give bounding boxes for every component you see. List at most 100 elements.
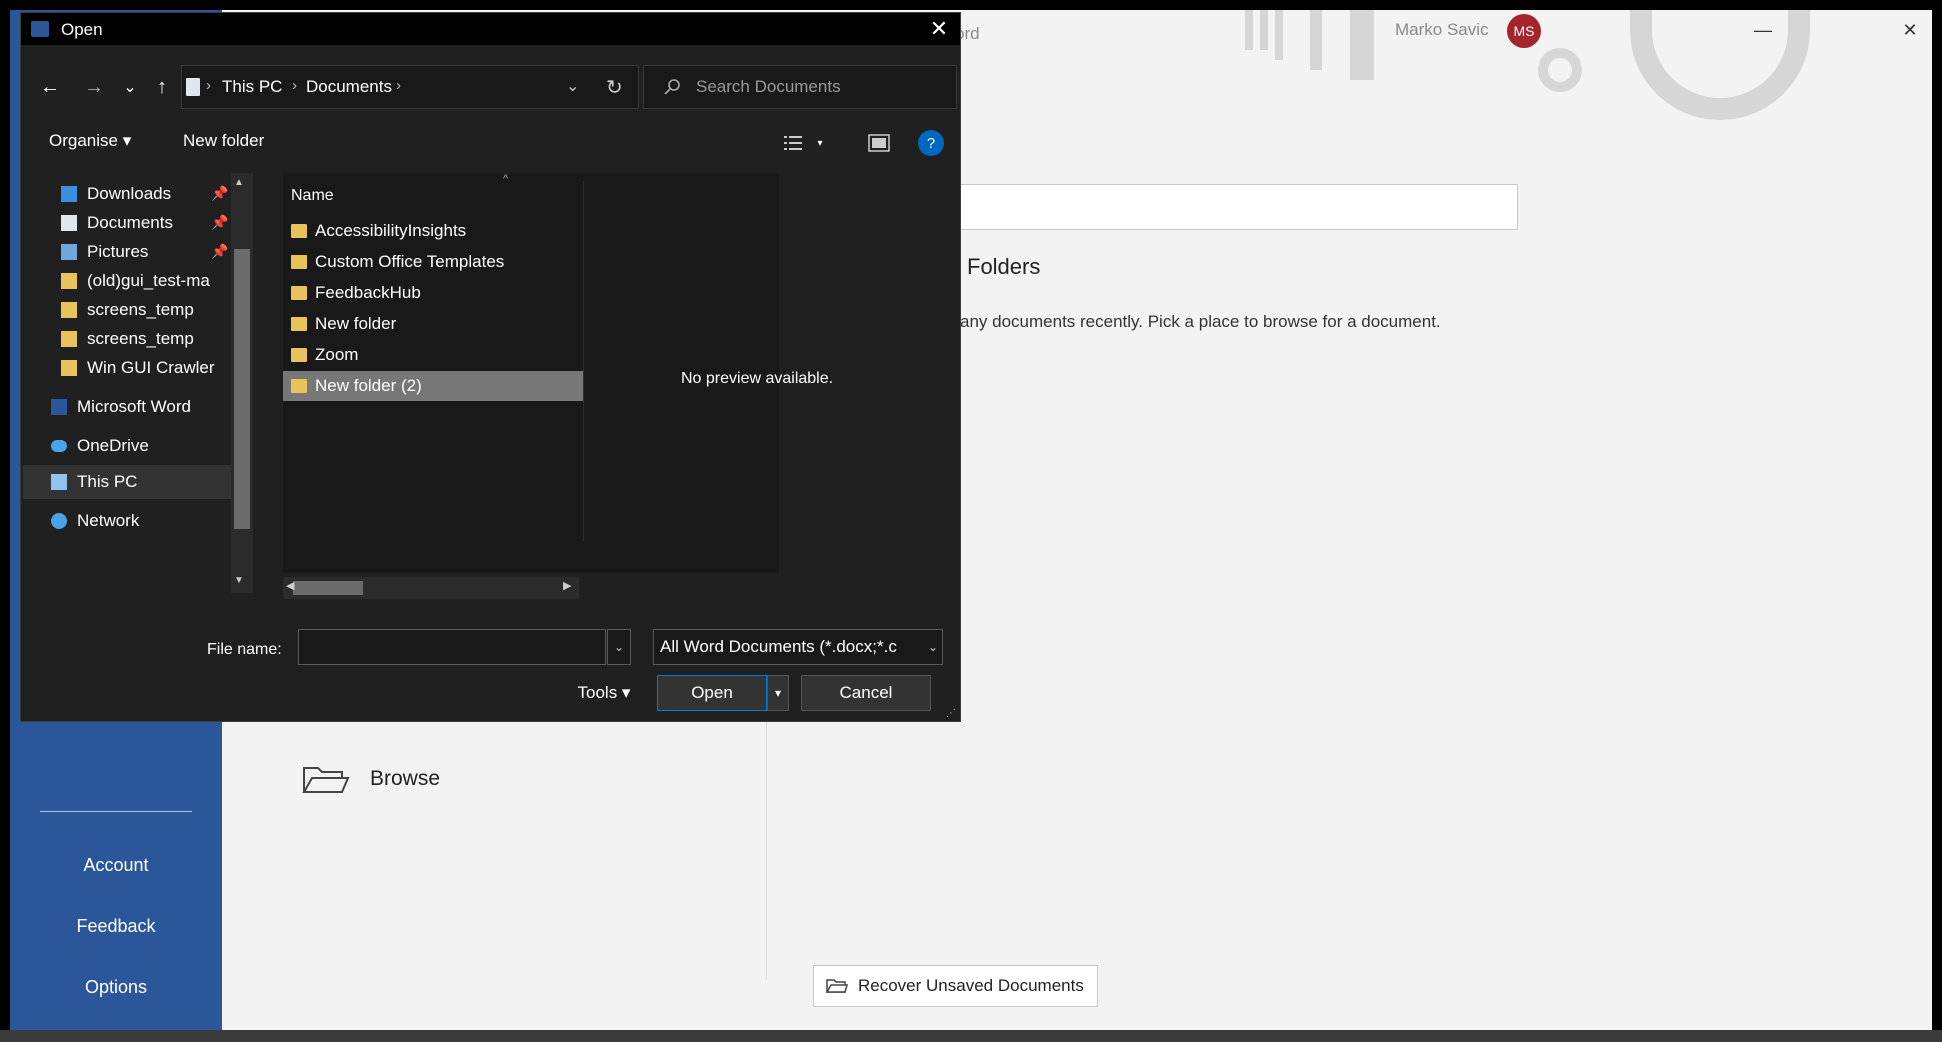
user-name[interactable]: Marko Savic [1395, 20, 1489, 40]
folder-icon [291, 348, 307, 362]
nav-item-microsoft-word[interactable]: Microsoft Word [51, 392, 191, 422]
scroll-up-arrow[interactable]: ▲ [234, 177, 244, 188]
browse-button[interactable]: Browse [292, 746, 766, 812]
dialog-titlebar[interactable]: Open ✕ [21, 13, 960, 45]
avatar[interactable]: MS [1507, 14, 1541, 48]
file-row-selected[interactable]: New folder (2) [283, 371, 583, 401]
tools-button[interactable]: Tools ▾ [551, 675, 657, 711]
folder-icon [61, 331, 77, 347]
download-icon [61, 186, 77, 202]
column-header-row: ^ Name [283, 173, 779, 541]
pin-icon: 📌 [211, 214, 229, 230]
browse-label: Browse [370, 767, 441, 790]
pictures-icon [61, 244, 77, 260]
recover-unsaved-button[interactable]: Recover Unsaved Documents [813, 965, 1098, 1007]
file-name: New folder (2) [315, 376, 422, 395]
forward-button[interactable]: → [73, 65, 115, 109]
close-button[interactable]: ✕ [1890, 10, 1930, 50]
folder-icon [291, 379, 307, 393]
file-row[interactable]: New folder [283, 309, 583, 339]
nav-item-network[interactable]: Network [51, 506, 139, 536]
dialog-close-button[interactable]: ✕ [921, 15, 957, 43]
up-button[interactable]: ↑ [145, 65, 179, 109]
nav-item-documents[interactable]: Documents [61, 208, 173, 238]
scroll-right-arrow[interactable]: ▶ [563, 579, 571, 592]
nav-item-screens-temp[interactable]: screens_temp [61, 324, 194, 354]
backstage-search-box[interactable] [958, 184, 1518, 230]
address-bar[interactable]: › This PC › Documents › ⌄ ↻ [181, 65, 639, 109]
hscroll-thumb[interactable] [293, 581, 363, 595]
sidebar-item-options[interactable]: Options [10, 958, 222, 1016]
file-name-label: File name: [207, 641, 282, 658]
sidebar-item-feedback[interactable]: Feedback [10, 897, 222, 955]
organise-button[interactable]: Organise ▾ [49, 131, 131, 151]
nav-item-label: screens_temp [87, 300, 194, 319]
word-app-icon [31, 21, 49, 37]
breadcrumb-documents[interactable]: Documents [306, 77, 392, 97]
folders-heading: Folders [967, 254, 1041, 279]
preview-pane-button[interactable] [861, 123, 897, 163]
chevron-down-icon[interactable]: ⌄ [923, 630, 943, 664]
nav-item-label: screens_temp [87, 329, 194, 348]
nav-item-label: This PC [77, 472, 138, 491]
nav-item-win-gui-crawler[interactable]: Win GUI Crawler [61, 353, 215, 383]
nav-item-downloads[interactable]: Downloads [61, 179, 171, 209]
nav-item-pictures[interactable]: Pictures [61, 237, 148, 267]
search-input[interactable] [696, 77, 936, 97]
nav-item-label: Downloads [87, 184, 172, 203]
column-divider [583, 181, 584, 541]
screen: ord Marko Savic MS — ✕ Account Feedback … [0, 0, 1942, 1042]
column-header-name[interactable]: Name [291, 187, 334, 205]
back-button[interactable]: ← [29, 65, 71, 109]
nav-item-label: Pictures [87, 242, 149, 261]
cloud-icon [51, 440, 67, 452]
file-type-select[interactable]: All Word Documents (*.docx;*.c [653, 629, 943, 665]
file-row[interactable]: AccessibilityInsights [283, 216, 583, 246]
search-icon [664, 79, 680, 95]
search-box[interactable] [643, 65, 957, 109]
file-name: New folder [315, 314, 397, 333]
decor-stripe [1260, 10, 1268, 50]
file-row[interactable]: Zoom [283, 340, 583, 370]
documents-icon [61, 215, 77, 231]
scroll-down-arrow[interactable]: ▼ [234, 575, 244, 586]
nav-item-label: (old)gui_test-ma [87, 271, 210, 290]
file-row[interactable]: Custom Office Templates [283, 247, 583, 277]
preview-pane-icon [868, 134, 890, 152]
open-options-dropdown[interactable]: ▾ [767, 675, 789, 711]
help-button[interactable]: ? [911, 123, 951, 163]
file-name: Custom Office Templates [315, 252, 505, 271]
pin-icon: 📌 [211, 185, 229, 201]
scroll-left-arrow[interactable]: ◀ [286, 579, 294, 592]
taskbar-strip [0, 1030, 1942, 1042]
file-row[interactable]: FeedbackHub [283, 278, 583, 308]
open-folder-icon [302, 767, 350, 793]
word-icon [51, 399, 67, 415]
decor-stripe [1350, 10, 1374, 80]
view-options-dropdown[interactable]: ▾ [811, 123, 829, 163]
nav-item-onedrive[interactable]: OneDrive [51, 431, 149, 461]
folder-icon [61, 302, 77, 318]
cancel-button[interactable]: Cancel [801, 675, 931, 711]
file-name-input[interactable] [298, 629, 606, 665]
decor-stripe [1310, 10, 1322, 70]
nav-pane-scroll-thumb[interactable] [234, 249, 250, 529]
recent-locations-button[interactable]: ⌄ [117, 65, 143, 109]
folder-icon [291, 317, 307, 331]
file-name-dropdown[interactable]: ⌄ [607, 629, 631, 665]
refresh-button[interactable]: ↻ [606, 75, 623, 100]
breadcrumb-this-pc[interactable]: This PC [222, 77, 282, 97]
folder-icon [291, 255, 307, 269]
network-icon [51, 513, 67, 529]
address-dropdown-button[interactable]: ⌄ [566, 76, 579, 96]
open-dialog: Open ✕ ← → ⌄ ↑ › This PC › Documents › ⌄… [20, 12, 961, 722]
resize-grip-icon[interactable]: ⋰ [946, 708, 958, 720]
nav-item-this-pc[interactable]: This PC [51, 467, 137, 497]
nav-item-label: Microsoft Word [77, 397, 191, 416]
change-view-button[interactable] [777, 123, 809, 163]
nav-item-screens-temp[interactable]: screens_temp [61, 295, 194, 325]
open-button[interactable]: Open [657, 675, 767, 711]
sidebar-item-account[interactable]: Account [10, 836, 222, 894]
new-folder-button[interactable]: New folder [183, 131, 264, 151]
nav-item-old-gui-test[interactable]: (old)gui_test-ma [61, 266, 210, 296]
